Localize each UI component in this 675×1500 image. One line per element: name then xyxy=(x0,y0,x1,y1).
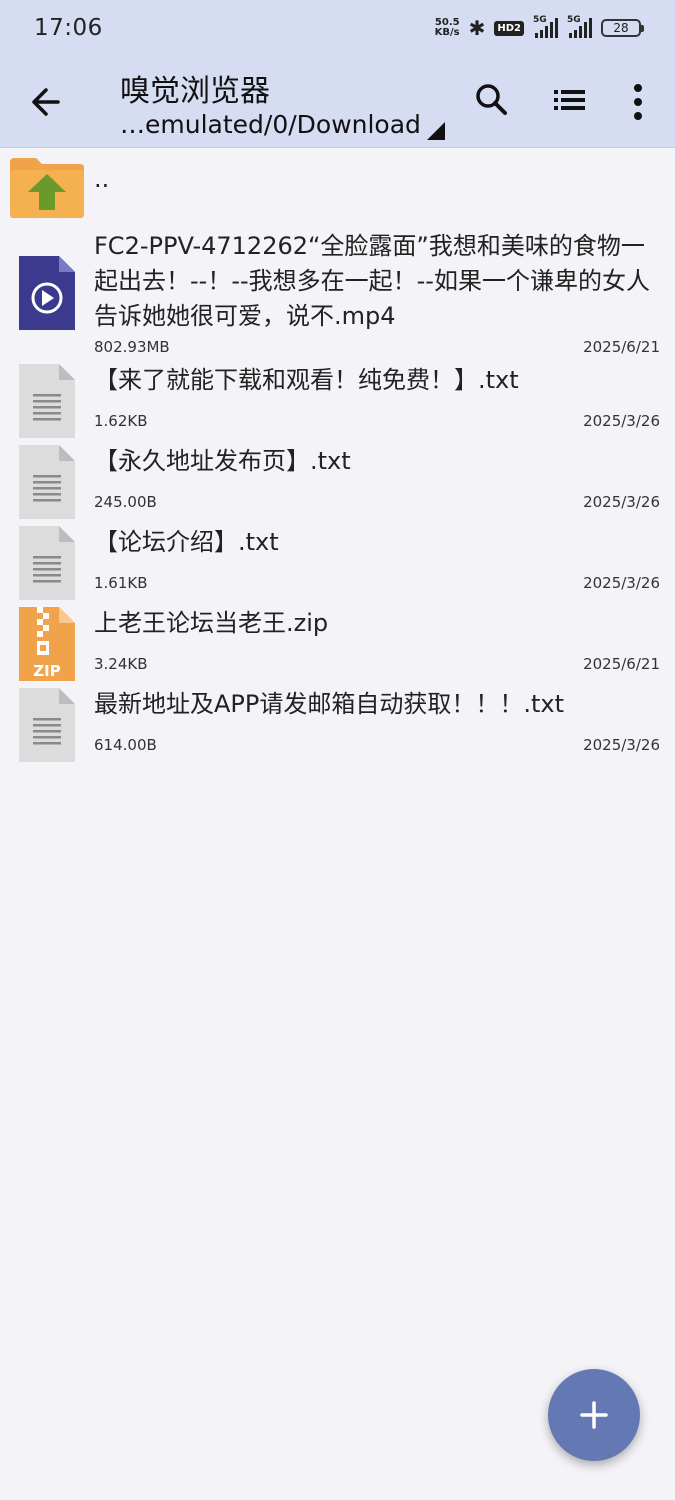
list-item[interactable]: FC2-PPV-4712262“全脸露面”我想和美味的食物一起出去！--！--我… xyxy=(0,224,675,360)
file-name: 【永久地址发布页】.txt xyxy=(94,447,351,475)
signal-icon: 5G xyxy=(533,15,558,38)
add-button[interactable] xyxy=(548,1369,640,1461)
file-date: 2025/6/21 xyxy=(583,655,660,673)
plus-icon xyxy=(580,1401,608,1429)
list-item[interactable]: ZIP 上老王论坛当老王.zip 3.24KB 2025/6/21 xyxy=(0,603,675,684)
file-date: 2025/3/26 xyxy=(583,736,660,754)
file-size: 3.24KB xyxy=(94,655,148,673)
file-date: 2025/3/26 xyxy=(583,574,660,592)
status-time: 17:06 xyxy=(34,15,103,41)
file-date: 2025/3/26 xyxy=(583,412,660,430)
file-list: .. FC2-PPV-4712262“全脸露面”我想和美味的食物一起出去！--！… xyxy=(0,150,675,765)
file-name: 【论坛介绍】.txt xyxy=(94,528,279,556)
file-date: 2025/6/21 xyxy=(583,338,660,356)
hd-badge: HD2 xyxy=(494,20,524,36)
app-title: 嗅觉浏览器 xyxy=(120,74,270,109)
file-name: 【来了就能下载和观看！纯免费！】.txt xyxy=(94,366,519,394)
status-bar: 17:06 50.5 KB/s ✱ HD2 5G 5G 28 xyxy=(0,0,675,56)
text-file-icon xyxy=(19,688,75,762)
zip-file-icon: ZIP xyxy=(19,607,75,681)
dropdown-triangle-icon[interactable] xyxy=(427,122,445,140)
file-name: FC2-PPV-4712262“全脸露面”我想和美味的食物一起出去！--！--我… xyxy=(94,232,650,330)
search-button[interactable] xyxy=(470,78,514,122)
text-file-icon xyxy=(19,526,75,600)
file-size: 1.61KB xyxy=(94,574,148,592)
file-size: 614.00B xyxy=(94,736,157,754)
arrow-left-icon xyxy=(32,88,60,116)
text-file-icon xyxy=(19,445,75,519)
app-bar: 嗅觉浏览器 …emulated/0/Download xyxy=(0,56,675,148)
signal-icon: 5G xyxy=(567,15,592,38)
list-item[interactable]: 【论坛介绍】.txt 1.61KB 2025/3/26 xyxy=(0,522,675,603)
list-view-icon xyxy=(554,90,585,110)
battery-icon: 28 xyxy=(601,19,644,37)
list-view-button[interactable] xyxy=(548,78,592,122)
file-size: 802.93MB xyxy=(94,338,170,356)
file-size: 1.62KB xyxy=(94,412,148,430)
folder-up-icon xyxy=(10,158,84,218)
file-name: 最新地址及APP请发邮箱自动获取！！！.txt xyxy=(94,690,565,718)
back-button[interactable] xyxy=(28,80,68,124)
zip-icon-label: ZIP xyxy=(33,662,60,680)
more-vert-icon xyxy=(634,84,642,120)
parent-directory-label: .. xyxy=(94,165,110,193)
list-item[interactable]: 【来了就能下载和观看！纯免费！】.txt 1.62KB 2025/3/26 xyxy=(0,360,675,441)
file-date: 2025/3/26 xyxy=(583,493,660,511)
more-options-button[interactable] xyxy=(618,78,662,122)
video-file-icon xyxy=(19,256,75,330)
file-size: 245.00B xyxy=(94,493,157,511)
network-speed: 50.5 KB/s xyxy=(434,17,460,38)
text-file-icon xyxy=(19,364,75,438)
bluetooth-icon: ✱ xyxy=(468,16,486,40)
file-name: 上老王论坛当老王.zip xyxy=(94,609,329,637)
list-item[interactable]: 最新地址及APP请发邮箱自动获取！！！.txt 614.00B 2025/3/2… xyxy=(0,684,675,765)
search-icon xyxy=(476,84,507,115)
parent-directory-row[interactable]: .. xyxy=(0,150,675,224)
status-icons: 50.5 KB/s ✱ HD2 5G 5G 28 xyxy=(434,15,644,40)
path-dropdown[interactable]: …emulated/0/Download xyxy=(120,110,421,139)
list-item[interactable]: 【永久地址发布页】.txt 245.00B 2025/3/26 xyxy=(0,441,675,522)
